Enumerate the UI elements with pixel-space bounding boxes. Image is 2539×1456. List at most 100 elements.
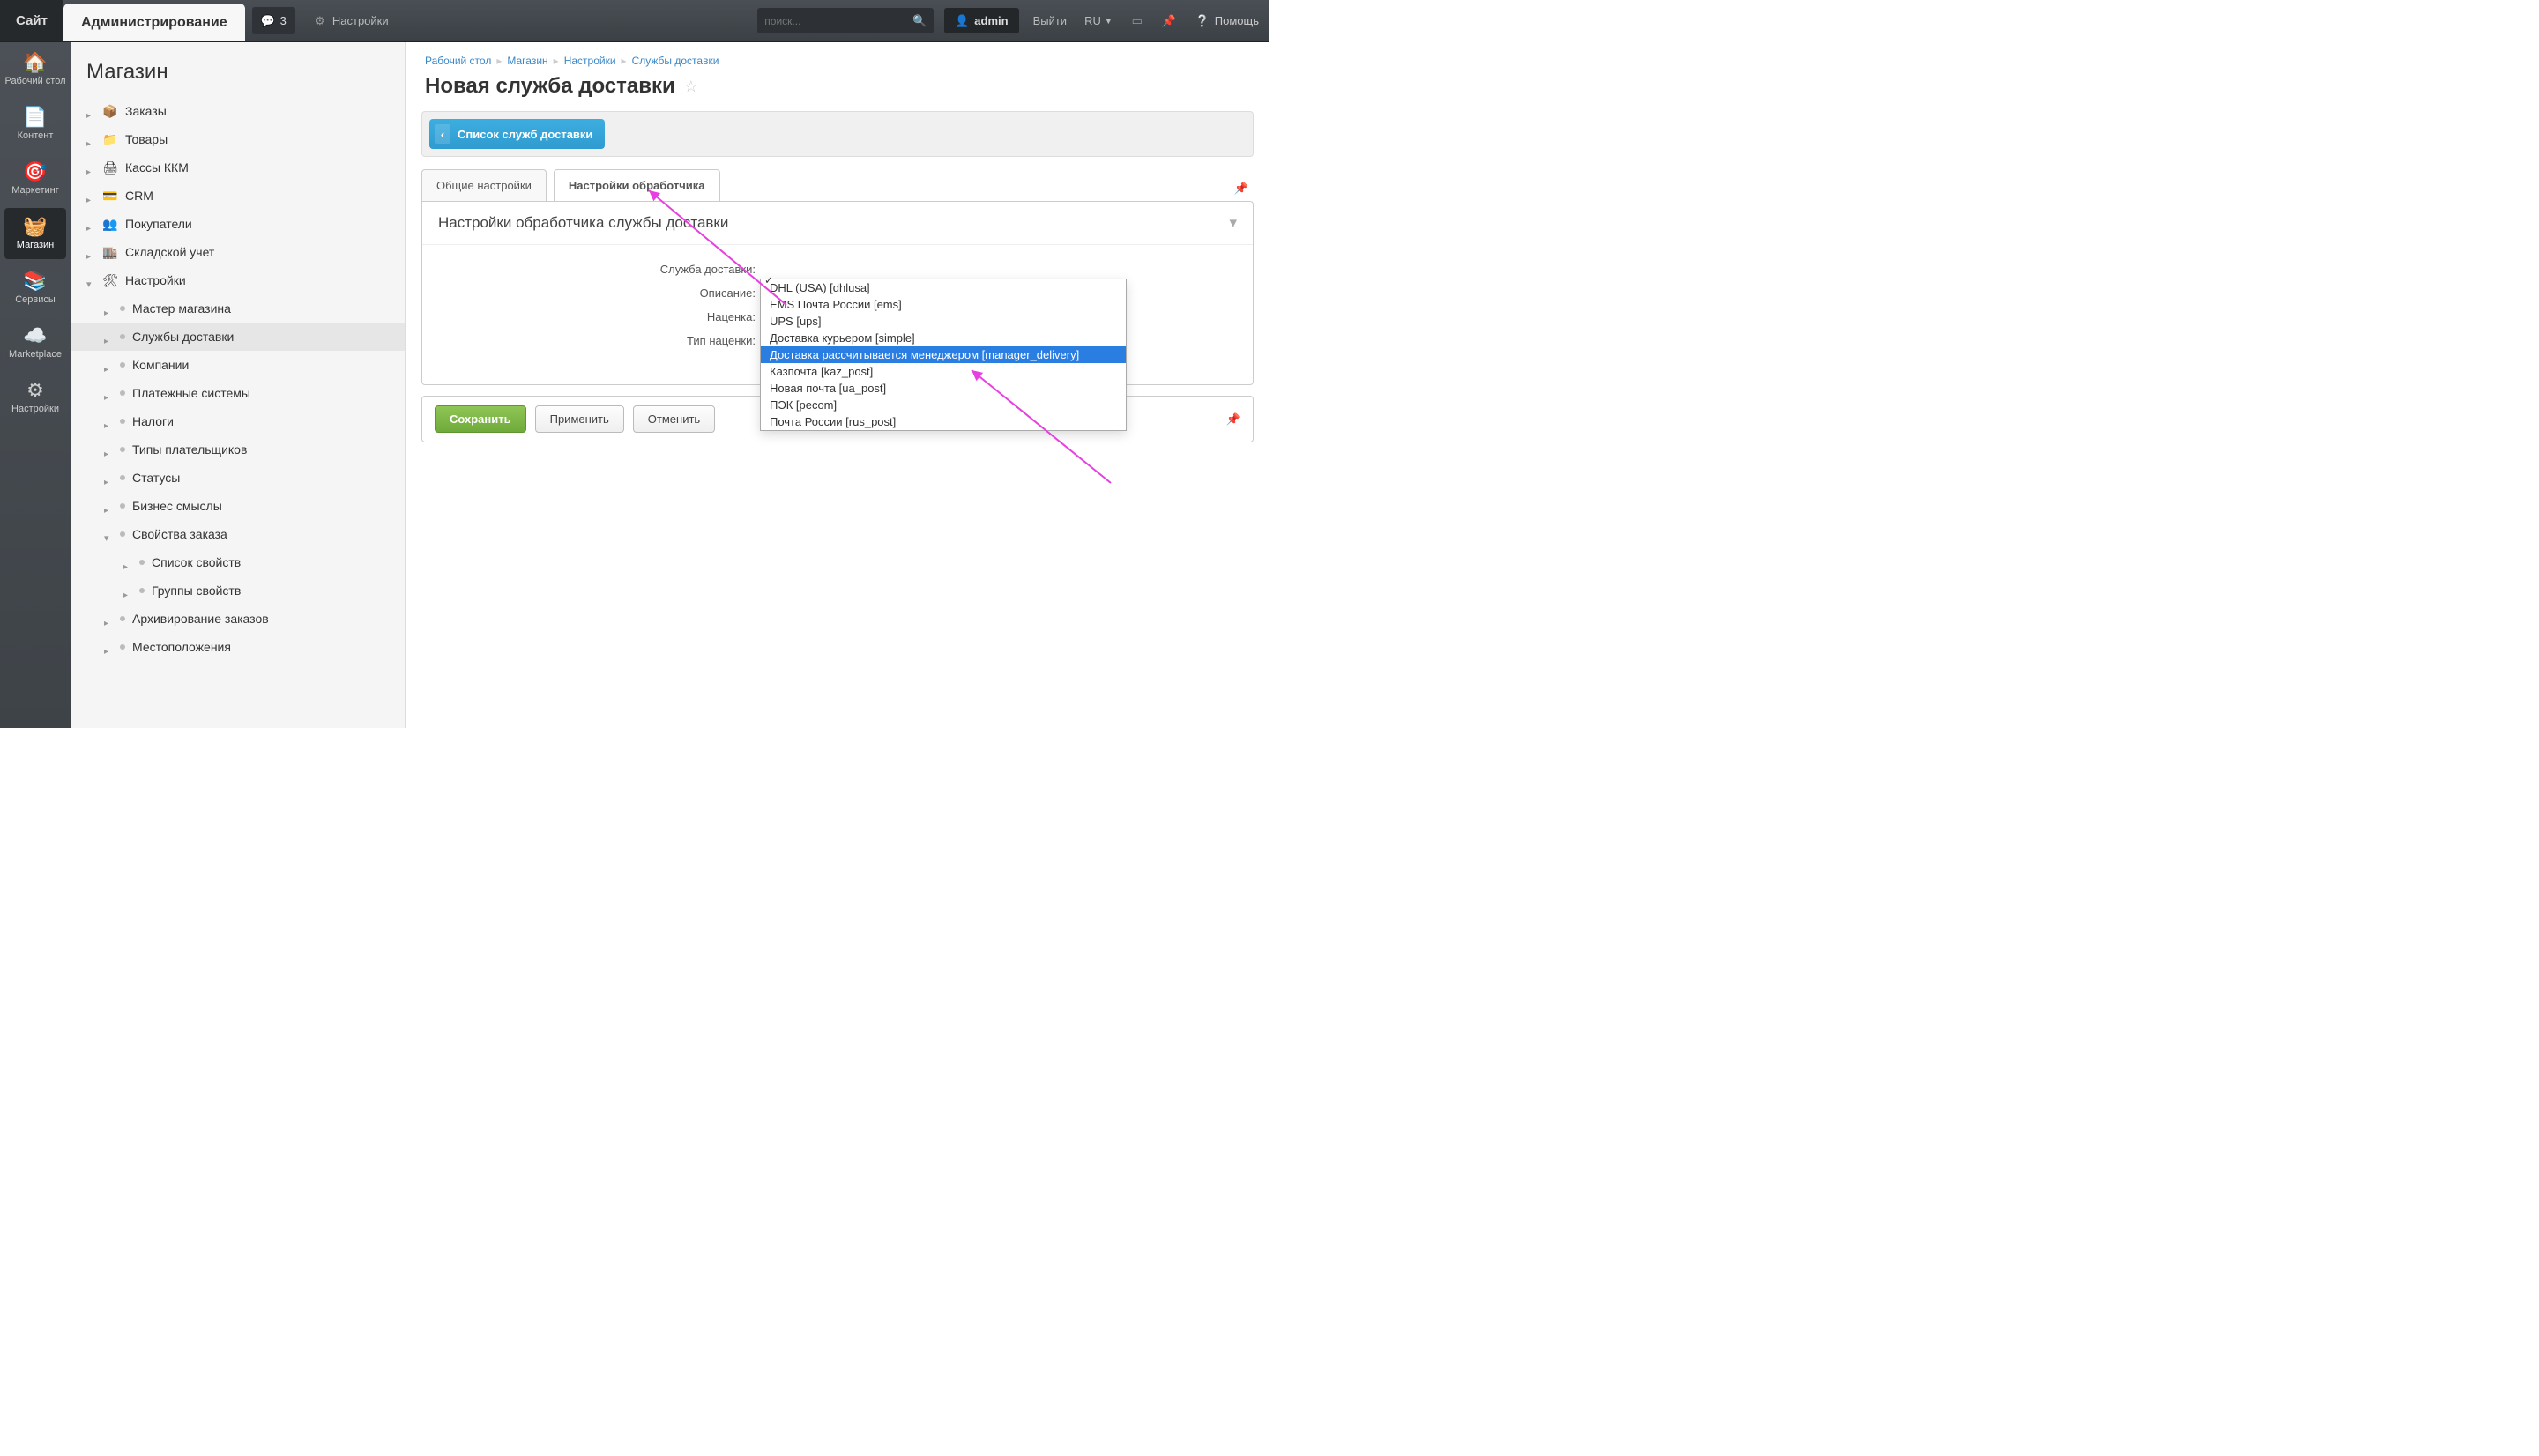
tree-label: Заказы	[125, 104, 167, 118]
bullet-icon	[120, 419, 125, 424]
tree-node[interactable]: Службы доставки	[71, 323, 405, 351]
tree-node[interactable]: Компании	[71, 351, 405, 379]
pin-icon-button[interactable]: 📌	[1153, 0, 1185, 41]
tree-label: Архивирование заказов	[132, 612, 269, 626]
collapse-icon[interactable]: ▾	[1229, 214, 1237, 232]
help-button[interactable]: ❔ Помощь	[1185, 0, 1270, 41]
tree-node[interactable]: Архивирование заказов	[71, 605, 405, 633]
favorite-star-icon[interactable]: ☆	[684, 78, 698, 96]
cancel-button[interactable]: Отменить	[633, 405, 715, 433]
label-service: Служба доставки:	[438, 263, 764, 276]
navrail-item-маркетинг[interactable]: 🎯Маркетинг	[4, 153, 66, 204]
expand-arrow-icon	[86, 248, 95, 256]
tree-node[interactable]: Налоги	[71, 407, 405, 435]
logout-link[interactable]: Выйти	[1024, 0, 1076, 41]
bullet-icon	[120, 362, 125, 368]
bullet-icon	[120, 644, 125, 650]
dropdown-option[interactable]: EMS Почта России [ems]	[761, 296, 1126, 313]
pin-icon: 📌	[1162, 14, 1176, 28]
notification-box[interactable]: 💬 3	[252, 7, 295, 34]
tree-node[interactable]: 👥 Покупатели	[71, 210, 405, 238]
toolbar: ‹ Список служб доставки	[421, 111, 1254, 157]
navrail-item-магазин[interactable]: 🧺Магазин	[4, 208, 66, 259]
tree-node[interactable]: Свойства заказа	[71, 520, 405, 548]
user-button[interactable]: 👤 admin	[944, 8, 1018, 33]
navrail-item-рабочий-стол[interactable]: 🏠Рабочий стол	[4, 44, 66, 95]
tree-node[interactable]: 🛠Настройки	[71, 266, 405, 294]
tab-site[interactable]: Сайт	[0, 0, 63, 41]
navrail-item-контент[interactable]: 📄Контент	[4, 99, 66, 150]
breadcrumb-link[interactable]: Магазин	[507, 55, 547, 67]
expand-arrow-icon	[104, 304, 113, 313]
tab-handler[interactable]: Настройки обработчика	[554, 169, 720, 201]
tree-node[interactable]: Мастер магазина	[71, 294, 405, 323]
tab-admin[interactable]: Администрирование	[63, 4, 245, 41]
bullet-icon	[120, 334, 125, 339]
lang-switch[interactable]: RU ▼	[1076, 0, 1121, 41]
expand-arrow-icon	[123, 558, 132, 567]
navrail-item-сервисы[interactable]: 📚Сервисы	[4, 263, 66, 314]
pin-buttons-icon[interactable]: 📌	[1226, 412, 1240, 427]
tree-node[interactable]: Платежные системы	[71, 379, 405, 407]
tree-label: Список свойств	[152, 555, 241, 569]
tree-node[interactable]: 💳 CRM	[71, 182, 405, 210]
main-area: Рабочий стол▸Магазин▸Настройки▸Службы до…	[406, 42, 1270, 728]
tree-node[interactable]: 🖨Кассы ККМ	[71, 153, 405, 182]
tree-node[interactable]: Группы свойств	[71, 576, 405, 605]
save-button[interactable]: Сохранить	[435, 405, 526, 433]
expand-arrow-icon	[104, 389, 113, 397]
tree-node[interactable]: 📦Заказы	[71, 97, 405, 125]
dropdown-option[interactable]: DHL (USA) [dhlusa]	[761, 279, 1126, 296]
navrail-item-marketplace[interactable]: ☁️Marketplace	[4, 317, 66, 368]
breadcrumb-link[interactable]: Службы доставки	[632, 55, 719, 67]
chevron-down-icon: ▼	[1105, 17, 1113, 26]
nav-rail: 🏠Рабочий стол📄Контент🎯Маркетинг🧺Магазин📚…	[0, 42, 71, 728]
tree-node[interactable]: Статусы	[71, 464, 405, 492]
tab-general[interactable]: Общие настройки	[421, 169, 547, 201]
expand-arrow-icon	[86, 276, 95, 285]
dropdown-option[interactable]: Доставка курьером [simple]	[761, 330, 1126, 346]
dropdown-option[interactable]: Новая почта [ua_post]	[761, 380, 1126, 397]
expand-arrow-icon	[104, 643, 113, 651]
dropdown-option[interactable]: UPS [ups]	[761, 313, 1126, 330]
bullet-icon	[120, 616, 125, 621]
tree-node[interactable]: Список свойств	[71, 548, 405, 576]
expand-arrow-icon	[104, 530, 113, 539]
navrail-item-настройки[interactable]: ⚙Настройки	[4, 372, 66, 423]
search-box[interactable]: 🔍	[757, 8, 934, 33]
tree-node[interactable]: Местоположения	[71, 633, 405, 661]
search-input[interactable]	[764, 15, 912, 27]
back-list-button[interactable]: ‹ Список служб доставки	[429, 119, 605, 149]
expand-arrow-icon	[86, 135, 95, 144]
panel-icon-button[interactable]: ▭	[1121, 0, 1153, 41]
breadcrumb-separator: ▸	[554, 55, 559, 67]
tree-label: CRM	[125, 189, 153, 203]
dropdown-option[interactable]: Доставка рассчитывается менеджером [mana…	[761, 346, 1126, 363]
expand-arrow-icon	[104, 417, 113, 426]
expand-arrow-icon	[123, 586, 132, 595]
topbar-settings[interactable]: ⚙ Настройки	[302, 0, 399, 41]
tree-node[interactable]: Типы плательщиков	[71, 435, 405, 464]
pin-tabs-icon[interactable]: 📌	[1229, 176, 1254, 201]
top-bar: Сайт Администрирование 💬 3 ⚙ Настройки 🔍…	[0, 0, 1270, 42]
breadcrumb-link[interactable]: Настройки	[564, 55, 616, 67]
tree-node[interactable]: 🏬Складской учет	[71, 238, 405, 266]
dropdown-option[interactable]: Почта России [rus_post]	[761, 413, 1126, 430]
bullet-icon	[139, 560, 145, 565]
folder-icon: 💳	[102, 189, 118, 203]
folder-icon: 👥	[102, 217, 118, 231]
apply-button[interactable]: Применить	[535, 405, 624, 433]
dropdown-option[interactable]: Казпочта [kaz_post]	[761, 363, 1126, 380]
dropdown-option[interactable]: ПЭК [pecom]	[761, 397, 1126, 413]
tree-label: Группы свойств	[152, 583, 241, 598]
bullet-icon	[120, 475, 125, 480]
expand-arrow-icon	[104, 332, 113, 341]
tree-label: Покупатели	[125, 217, 192, 231]
navrail-label: Marketplace	[9, 349, 62, 360]
tree-label: Бизнес смыслы	[132, 499, 222, 513]
breadcrumb-link[interactable]: Рабочий стол	[425, 55, 491, 67]
tree-node[interactable]: Бизнес смыслы	[71, 492, 405, 520]
expand-arrow-icon	[104, 360, 113, 369]
service-dropdown[interactable]: ✓ DHL (USA) [dhlusa]EMS Почта России [em…	[760, 279, 1127, 431]
tree-node[interactable]: 📁Товары	[71, 125, 405, 153]
